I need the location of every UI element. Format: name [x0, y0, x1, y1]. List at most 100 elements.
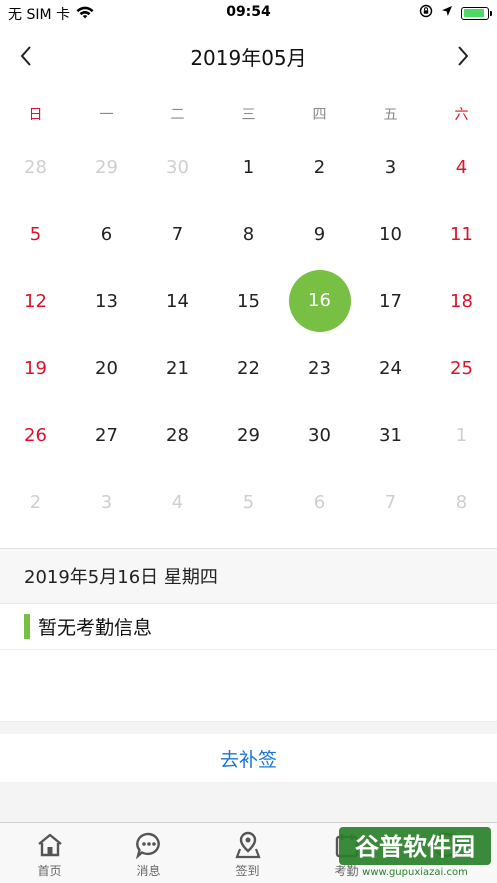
day-number: 10 [379, 224, 402, 245]
calendar-day[interactable]: 1 [426, 402, 497, 469]
attendance-info-row: 暂无考勤信息 [0, 604, 497, 650]
calendar-day[interactable]: 13 [71, 268, 142, 335]
calendar-day[interactable]: 23 [284, 335, 355, 402]
calendar-day[interactable]: 22 [213, 335, 284, 402]
status-right [419, 4, 492, 22]
day-number: 31 [379, 425, 402, 446]
calendar-day[interactable]: 14 [142, 268, 213, 335]
day-number: 8 [455, 492, 468, 513]
day-number: 16 [288, 269, 351, 332]
calendar-day[interactable]: 6 [71, 201, 142, 268]
day-number: 18 [450, 291, 473, 312]
calendar-day[interactable]: 8 [213, 201, 284, 268]
day-number: 15 [237, 291, 260, 312]
calendar-day[interactable]: 8 [426, 469, 497, 536]
calendar-day[interactable]: 21 [142, 335, 213, 402]
day-number: 17 [379, 291, 402, 312]
calendar-day[interactable]: 17 [355, 268, 426, 335]
next-month-button[interactable] [447, 40, 479, 72]
day-number: 6 [313, 492, 326, 513]
calendar-day[interactable]: 28 [142, 402, 213, 469]
watermark-url: www.gupuxiazai.com [362, 867, 468, 877]
day-number: 1 [242, 157, 255, 178]
calendar-day[interactable]: 1 [213, 134, 284, 201]
tab-checkin-label: 签到 [235, 864, 260, 878]
day-number: 24 [379, 358, 402, 379]
calendar-day[interactable]: 19 [0, 335, 71, 402]
day-number: 28 [166, 425, 189, 446]
make-up-signin-button[interactable]: 去补签 [0, 734, 497, 782]
day-number: 14 [166, 291, 189, 312]
calendar-day[interactable]: 28 [0, 134, 71, 201]
day-number: 8 [242, 224, 255, 245]
calendar-day[interactable]: 20 [71, 335, 142, 402]
day-number: 23 [308, 358, 331, 379]
day-number: 6 [100, 224, 113, 245]
day-number: 4 [455, 157, 468, 178]
weekday-tue: 二 [170, 107, 185, 123]
calendar-day[interactable]: 29 [213, 402, 284, 469]
day-number: 22 [237, 358, 260, 379]
make-up-signin-label: 去补签 [219, 748, 277, 771]
calendar-day[interactable]: 6 [284, 469, 355, 536]
watermark-logo: 谷普软件园 www.gupuxiazai.com [339, 825, 491, 878]
calendar-day[interactable]: 5 [213, 469, 284, 536]
calendar-grid: 28 29 30 1 2 3 4 5 6 7 8 9 10 11 12 13 1… [0, 134, 497, 536]
day-number: 28 [24, 157, 47, 178]
calendar-day[interactable]: 31 [355, 402, 426, 469]
weekday-sat: 六 [454, 107, 469, 123]
selected-date-label: 2019年5月16日 星期四 [24, 567, 218, 588]
calendar-day[interactable]: 18 [426, 268, 497, 335]
home-icon [36, 831, 64, 859]
attendance-content-area [0, 650, 497, 722]
calendar-day[interactable]: 3 [71, 469, 142, 536]
calendar-day[interactable]: 2 [284, 134, 355, 201]
calendar-day[interactable]: 15 [213, 268, 284, 335]
day-number: 2 [29, 492, 42, 513]
calendar-header: 2019年05月 [0, 36, 497, 76]
tab-checkin[interactable]: 签到 [198, 823, 297, 883]
day-number: 11 [450, 224, 473, 245]
calendar-day[interactable]: 4 [426, 134, 497, 201]
calendar-day[interactable]: 30 [142, 134, 213, 201]
tab-home[interactable]: 首页 [0, 823, 99, 883]
day-number: 19 [24, 358, 47, 379]
calendar-day[interactable]: 29 [71, 134, 142, 201]
orientation-lock-icon [419, 4, 433, 22]
calendar-day[interactable]: 5 [0, 201, 71, 268]
weekday-fri: 五 [383, 107, 398, 123]
day-number: 3 [384, 157, 397, 178]
day-number: 26 [24, 425, 47, 446]
calendar-day[interactable]: 26 [0, 402, 71, 469]
calendar-day[interactable]: 2 [0, 469, 71, 536]
calendar-day[interactable]: 27 [71, 402, 142, 469]
calendar-day[interactable]: 10 [355, 201, 426, 268]
day-number: 29 [95, 157, 118, 178]
day-number: 30 [308, 425, 331, 446]
day-number: 20 [95, 358, 118, 379]
calendar-day[interactable]: 30 [284, 402, 355, 469]
calendar-day[interactable]: 25 [426, 335, 497, 402]
calendar-day[interactable]: 3 [355, 134, 426, 201]
calendar-day[interactable]: 24 [355, 335, 426, 402]
weekday-mon: 一 [99, 107, 114, 123]
calendar-day[interactable]: 7 [142, 201, 213, 268]
calendar-day[interactable]: 9 [284, 201, 355, 268]
calendar-day-selected[interactable]: 16 [284, 268, 355, 335]
day-number: 3 [100, 492, 113, 513]
message-icon [135, 831, 163, 859]
no-attendance-text: 暂无考勤信息 [38, 617, 153, 639]
day-number: 27 [95, 425, 118, 446]
day-number: 2 [313, 157, 326, 178]
calendar-day[interactable]: 4 [142, 469, 213, 536]
chevron-right-icon [458, 46, 469, 66]
day-number: 13 [95, 291, 118, 312]
day-number: 5 [29, 224, 42, 245]
tab-messages[interactable]: 消息 [99, 823, 198, 883]
calendar-day[interactable]: 11 [426, 201, 497, 268]
day-number: 4 [171, 492, 184, 513]
calendar-day[interactable]: 12 [0, 268, 71, 335]
calendar-day[interactable]: 7 [355, 469, 426, 536]
battery-level [463, 9, 484, 17]
location-icon [234, 831, 262, 859]
